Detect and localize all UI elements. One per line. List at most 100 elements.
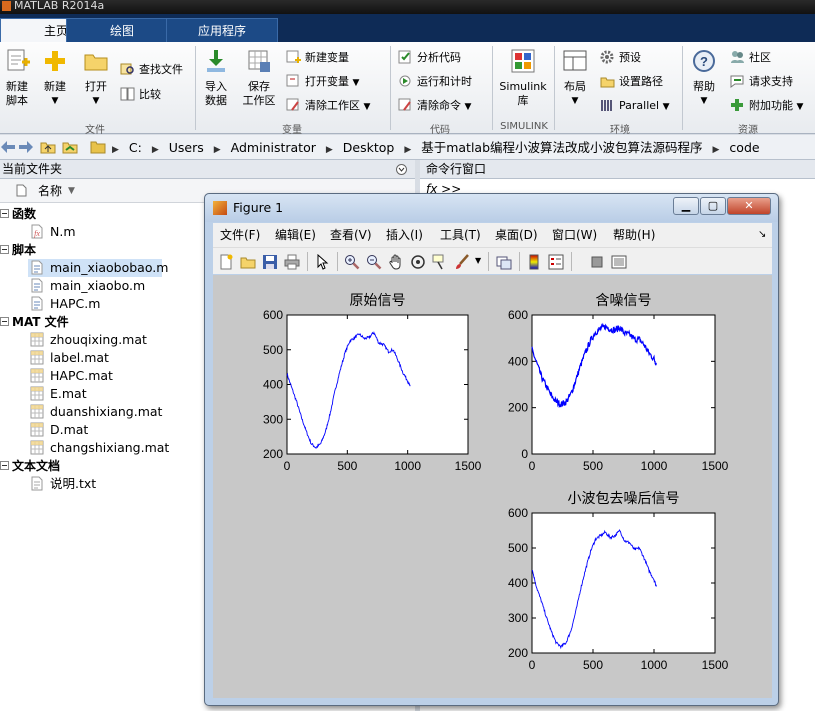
file-item[interactable]: changshixiang.mat — [30, 439, 169, 457]
file-item[interactable]: E.mat — [30, 385, 87, 403]
menu-view[interactable]: 查看(V) — [330, 223, 372, 247]
open-variable-button[interactable]: 打开变量 ▼ — [286, 74, 359, 90]
file-item[interactable]: zhouqixing.mat — [30, 331, 147, 349]
back-arrow-icon[interactable] — [0, 140, 16, 154]
import-data-button[interactable]: 导入 数据 — [198, 48, 234, 108]
new-button[interactable]: 新建 ▼ — [38, 48, 72, 108]
parallel-button[interactable]: Parallel ▼ — [600, 98, 670, 114]
new-script-button[interactable]: 新建 脚本 — [2, 48, 32, 108]
add-ons-button[interactable]: 附加功能 ▼ — [730, 98, 803, 114]
brush-dropdown-icon[interactable]: ▼ — [475, 256, 481, 265]
figure-canvas[interactable]: 原始信号 0 500 1000 1500 200 300 400 500 600 含噪信号 0 500 1… — [213, 275, 772, 698]
support-label: 请求支持 — [749, 75, 793, 88]
file-group-header[interactable]: 文本文档 — [0, 457, 60, 475]
file-group-header[interactable]: 脚本 — [0, 241, 36, 259]
y-tick-label: 200 — [508, 401, 528, 415]
file-name: main_xiaobobao.m — [50, 260, 169, 275]
layout-button[interactable]: 布局 ▼ — [559, 48, 591, 108]
pan-hand-icon[interactable] — [388, 254, 404, 270]
show-plot-tools-icon[interactable] — [611, 254, 627, 270]
maximize-button[interactable]: ▢ — [700, 197, 726, 215]
new-script-label-1: 新建 — [6, 80, 28, 93]
menu-desktop[interactable]: 桌面(D) — [495, 223, 538, 247]
legend-icon[interactable] — [548, 254, 564, 270]
run-time-label: 运行和计时 — [417, 75, 472, 88]
file-item[interactable]: HAPC.mat — [30, 367, 113, 385]
preferences-button[interactable]: 预设 — [600, 50, 641, 65]
breadcrumb-item[interactable]: Administrator — [231, 140, 316, 155]
breadcrumb-item[interactable]: Desktop — [343, 140, 395, 155]
menu-tools[interactable]: 工具(T) — [440, 223, 481, 247]
hide-plot-tools-icon[interactable] — [589, 254, 605, 270]
file-group-header[interactable]: MAT 文件 — [0, 313, 69, 331]
brush-icon[interactable] — [454, 254, 470, 270]
breadcrumb-item[interactable]: C: — [129, 140, 142, 155]
breadcrumb-item[interactable]: code — [729, 140, 759, 155]
mat-file-icon — [30, 386, 44, 401]
link-plot-icon[interactable] — [496, 254, 512, 270]
print-icon[interactable] — [284, 254, 300, 270]
toolbar-separator — [307, 252, 308, 271]
up-folder-icon[interactable] — [40, 140, 56, 154]
menu-window[interactable]: 窗口(W) — [552, 223, 597, 247]
open-button[interactable]: 打开 ▼ — [80, 48, 112, 108]
browse-folder-icon[interactable] — [62, 140, 78, 154]
forward-arrow-icon[interactable] — [18, 140, 34, 154]
find-files-button[interactable]: 查找文件 — [120, 62, 183, 77]
compare-button[interactable]: 比较 — [120, 87, 161, 102]
clear-commands-button[interactable]: 清除命令 ▼ — [398, 98, 471, 114]
simulink-library-button[interactable]: Simulink 库 — [498, 48, 548, 108]
data-cursor-icon[interactable] — [432, 254, 448, 270]
file-item[interactable]: fx N.m — [30, 223, 76, 241]
community-button[interactable]: 社区 — [730, 50, 771, 65]
tab-plots[interactable]: 绘图 — [66, 18, 178, 42]
file-item[interactable]: label.mat — [30, 349, 109, 367]
rotate-3d-icon[interactable] — [410, 254, 426, 270]
zoom-in-icon[interactable] — [344, 254, 360, 270]
toolbar-separator — [488, 252, 489, 271]
file-name: main_xiaobo.m — [50, 278, 146, 293]
group-divider — [195, 46, 196, 130]
ribbon: 新建 脚本 新建 ▼ 打开 ▼ 查找文件 比较 文件 导入 数据 保存 工作区 … — [0, 42, 815, 136]
breadcrumb-item[interactable]: Users — [169, 140, 204, 155]
breadcrumb-item[interactable]: 基于matlab编程小波算法改成小波包算法源码程序 — [421, 140, 702, 155]
set-path-button[interactable]: 设置路径 — [600, 74, 663, 89]
analyze-code-button[interactable]: 分析代码 — [398, 50, 461, 65]
x-tick-label: 1500 — [702, 459, 729, 473]
file-item[interactable]: D.mat — [30, 421, 88, 439]
file-item[interactable]: main_xiaobo.m — [30, 277, 145, 295]
open-file-icon[interactable] — [240, 254, 256, 270]
new-script-label-2: 脚本 — [6, 94, 28, 107]
file-item[interactable]: HAPC.m — [30, 295, 100, 313]
panel-menu-icon[interactable] — [396, 164, 407, 175]
figure-window[interactable]: Figure 1 ▁ ▢ ✕ 文件(F) 编辑(E) 查看(V) 插入(I) 工… — [204, 193, 779, 706]
save-icon[interactable] — [262, 254, 278, 270]
new-variable-button[interactable]: 新建变量 — [286, 50, 349, 65]
help-button[interactable]: ? 帮助 ▼ — [688, 48, 720, 108]
new-figure-icon[interactable] — [218, 254, 234, 270]
file-group-header[interactable]: 函数 — [0, 205, 36, 223]
minimize-button[interactable]: ▁ — [673, 197, 699, 215]
zoom-out-icon[interactable] — [366, 254, 382, 270]
y-tick-label: 300 — [263, 412, 283, 426]
save-workspace-button[interactable]: 保存 工作区 — [240, 48, 278, 108]
menu-edit[interactable]: 编辑(E) — [275, 223, 316, 247]
compare-icon — [120, 87, 135, 101]
pointer-icon[interactable] — [314, 254, 330, 270]
file-item[interactable]: main_xiaobobao.m — [28, 259, 168, 277]
request-support-button[interactable]: 请求支持 — [730, 74, 793, 89]
file-item[interactable]: duanshixiang.mat — [30, 403, 162, 421]
tab-apps[interactable]: 应用程序 — [166, 18, 278, 42]
run-and-time-button[interactable]: 运行和计时 — [398, 74, 472, 89]
clear-workspace-button[interactable]: 清除工作区 ▼ — [286, 98, 370, 114]
colorbar-icon[interactable] — [526, 254, 542, 270]
figure-titlebar[interactable]: Figure 1 ▁ ▢ ✕ — [205, 194, 778, 222]
close-button[interactable]: ✕ — [727, 197, 771, 215]
menu-file[interactable]: 文件(F) — [220, 223, 260, 247]
collapse-icon — [0, 461, 9, 470]
dock-arrow-icon[interactable]: ↘ — [758, 223, 766, 247]
menu-help[interactable]: 帮助(H) — [613, 223, 655, 247]
file-name: duanshixiang.mat — [50, 404, 163, 419]
menu-insert[interactable]: 插入(I) — [386, 223, 423, 247]
file-item[interactable]: 说明.txt — [30, 475, 96, 493]
